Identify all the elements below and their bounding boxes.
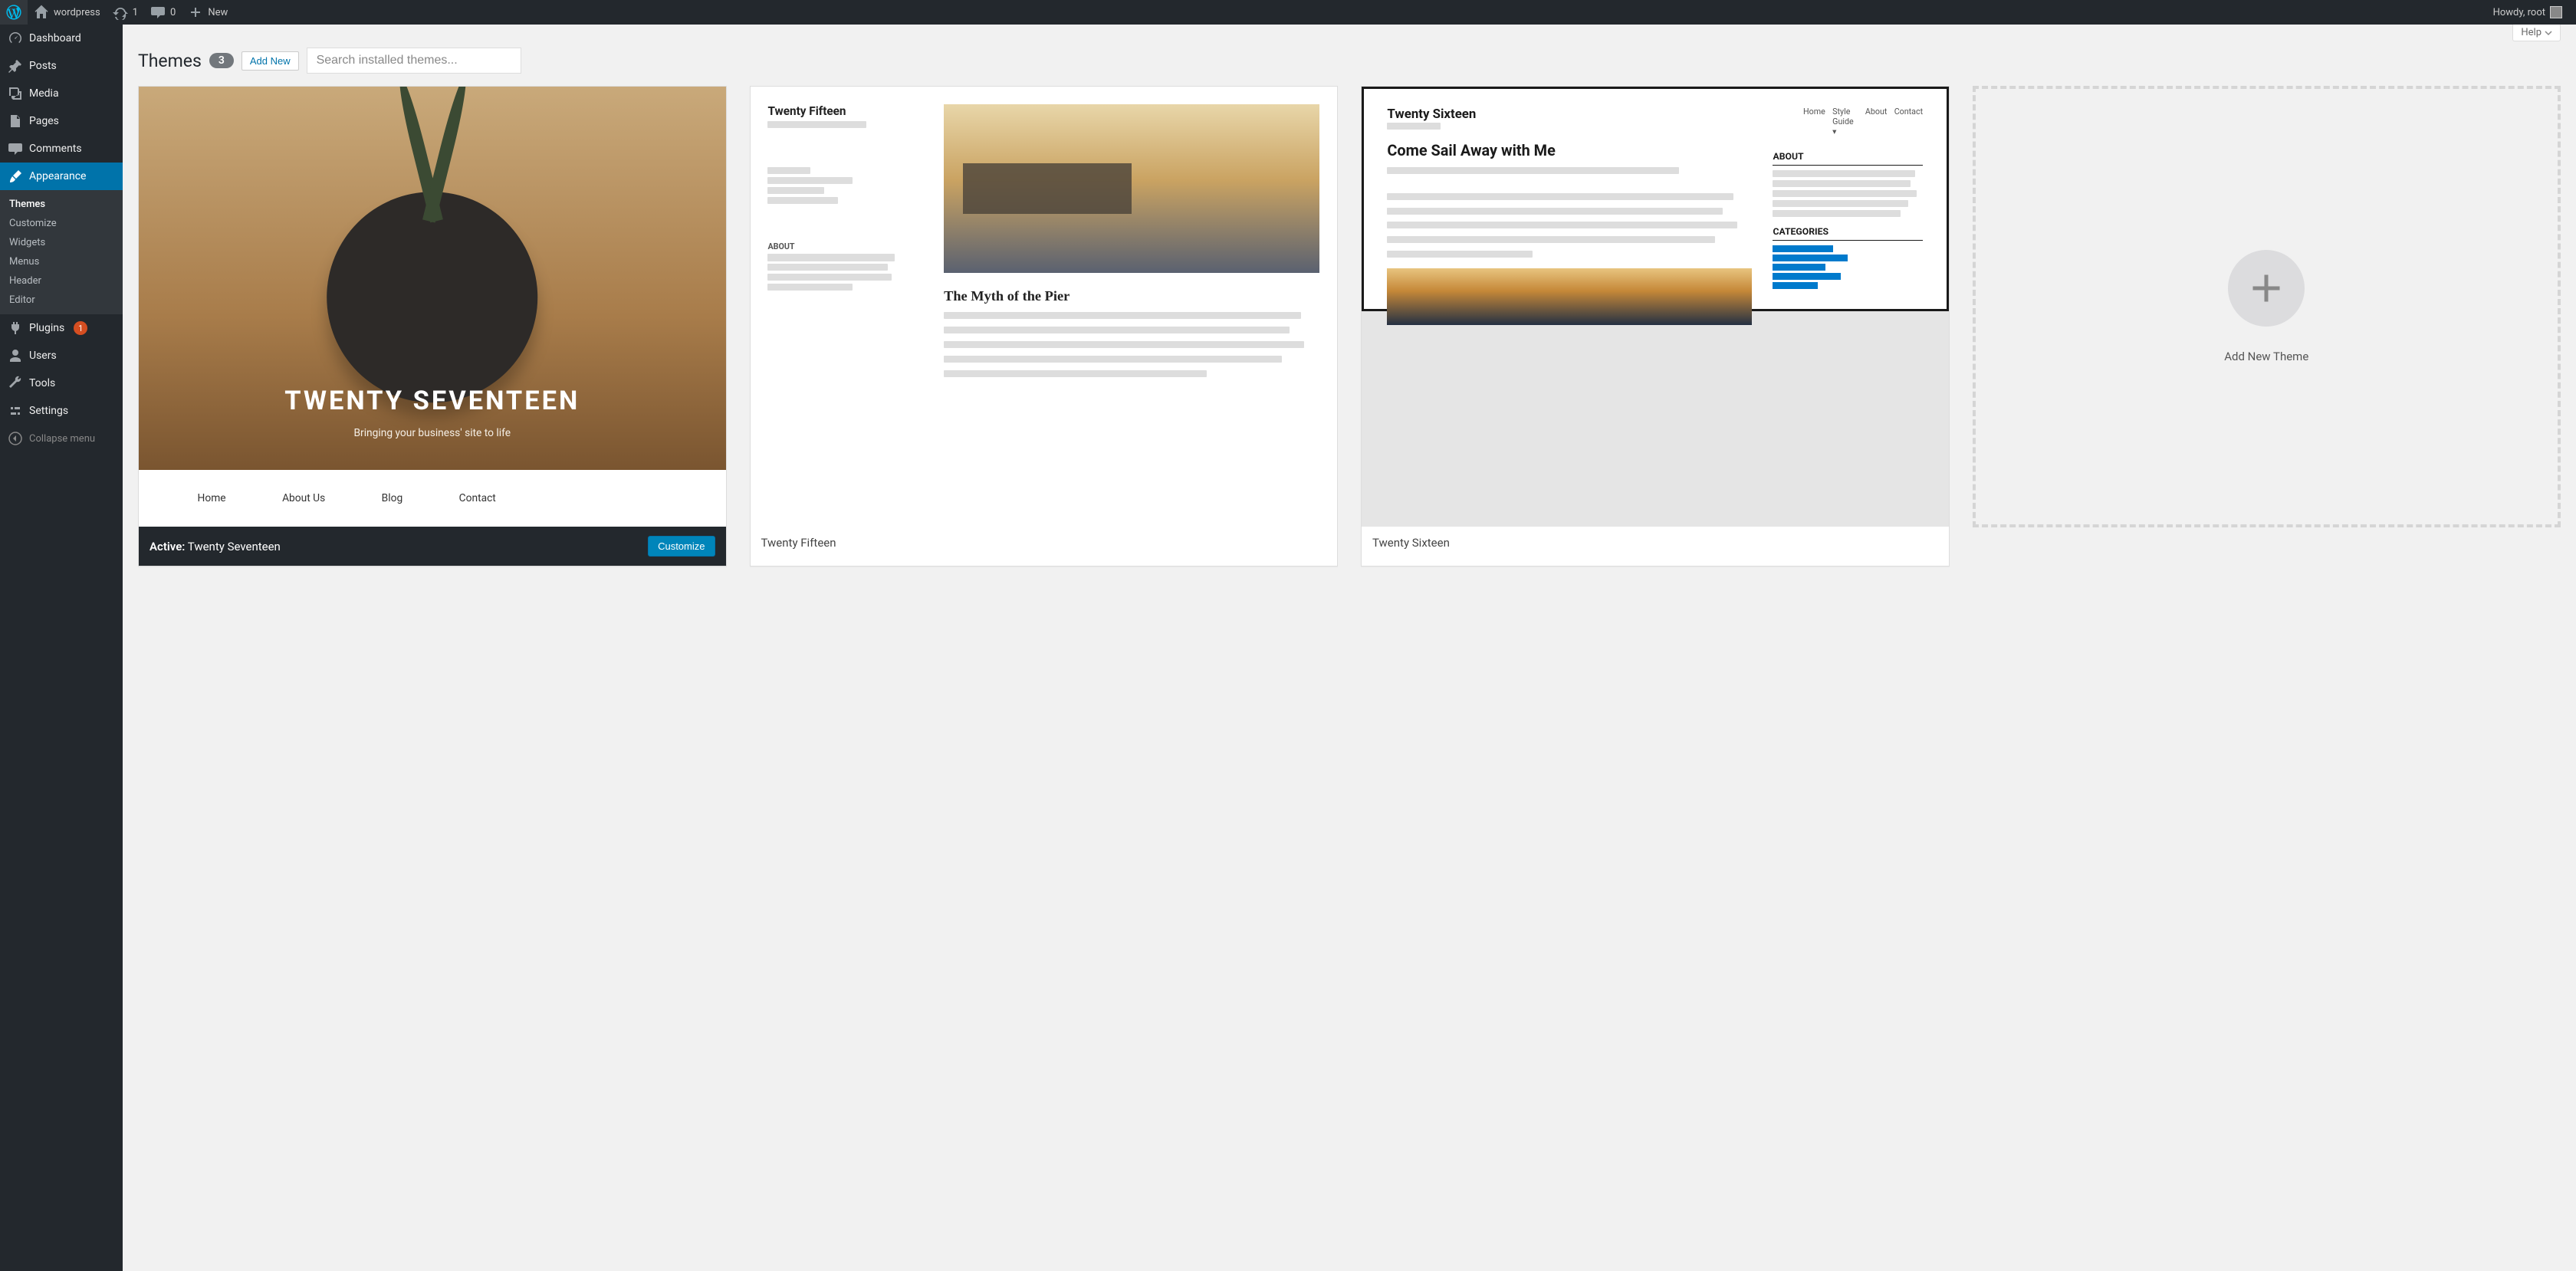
new-label: New bbox=[208, 7, 228, 18]
menu-appearance[interactable]: Appearance bbox=[0, 163, 123, 190]
menu-label: Pages bbox=[29, 115, 59, 127]
site-name-label: wordpress bbox=[54, 7, 100, 18]
search-themes-input[interactable] bbox=[307, 48, 521, 74]
theme-bar: Active: Twenty Seventeen Customize bbox=[139, 527, 726, 566]
menu-label: Dashboard bbox=[29, 32, 81, 44]
submenu-widgets[interactable]: Widgets bbox=[0, 233, 123, 252]
account-menu[interactable]: Howdy, root bbox=[2487, 0, 2568, 25]
menu-posts[interactable]: Posts bbox=[0, 52, 123, 80]
admin-bar-left: wordpress 1 0 New bbox=[0, 0, 234, 25]
theme-grid: TWENTY SEVENTEEN Bringing your business'… bbox=[138, 86, 2561, 567]
new-content-menu[interactable]: New bbox=[182, 0, 234, 25]
menu-label: Tools bbox=[29, 377, 55, 389]
chevron-down-icon bbox=[2545, 29, 2552, 37]
howdy-label: Howdy, root bbox=[2493, 7, 2545, 18]
menu-label: Settings bbox=[29, 405, 68, 417]
wordpress-icon bbox=[6, 5, 21, 20]
add-new-theme-card[interactable]: Add New Theme bbox=[1973, 86, 2561, 527]
menu-label: Appearance bbox=[29, 170, 86, 182]
screen-meta: Help bbox=[123, 25, 2576, 41]
submenu-menus[interactable]: Menus bbox=[0, 252, 123, 271]
menu-label: Plugins bbox=[29, 322, 64, 334]
add-new-theme-label: Add New Theme bbox=[2224, 350, 2308, 363]
content-area: Help Themes 3 Add New TWENTY SEVENTEEN B… bbox=[123, 25, 2576, 1271]
home-icon bbox=[34, 5, 49, 20]
theme-screenshot: Twenty Sixteen HomeStyle Guide ▾AboutCon… bbox=[1362, 87, 1949, 527]
comments-count: 0 bbox=[170, 7, 176, 18]
media-icon bbox=[8, 86, 23, 101]
brush-icon bbox=[8, 169, 23, 184]
menu-comments[interactable]: Comments bbox=[0, 135, 123, 163]
theme-bar: Twenty Fifteen bbox=[751, 527, 1338, 559]
plugin-icon bbox=[8, 320, 23, 336]
plus-circle bbox=[2228, 250, 2305, 327]
collapse-icon bbox=[8, 431, 23, 446]
page-icon bbox=[8, 113, 23, 129]
add-new-button[interactable]: Add New bbox=[242, 51, 299, 71]
theme-name: Twenty Fifteen bbox=[761, 536, 836, 550]
menu-settings[interactable]: Settings bbox=[0, 397, 123, 425]
submenu-customize[interactable]: Customize bbox=[0, 214, 123, 233]
user-icon bbox=[8, 348, 23, 363]
heading-row: Themes 3 Add New bbox=[138, 48, 2561, 74]
menu-pages[interactable]: Pages bbox=[0, 107, 123, 135]
update-icon bbox=[113, 5, 128, 20]
comment-icon bbox=[150, 5, 166, 20]
menu-label: Comments bbox=[29, 143, 82, 155]
settings-icon bbox=[8, 403, 23, 419]
submenu-themes[interactable]: Themes bbox=[0, 195, 123, 214]
comments-icon bbox=[8, 141, 23, 156]
customize-button[interactable]: Customize bbox=[648, 536, 715, 557]
menu-plugins[interactable]: Plugins 1 bbox=[0, 314, 123, 342]
submenu-editor[interactable]: Editor bbox=[0, 291, 123, 310]
dashboard-icon bbox=[8, 31, 23, 46]
pin-icon bbox=[8, 58, 23, 74]
admin-bar: wordpress 1 0 New Howdy, root bbox=[0, 0, 2576, 25]
page-title: Themes bbox=[138, 51, 202, 71]
menu-dashboard[interactable]: Dashboard bbox=[0, 25, 123, 52]
plus-icon bbox=[188, 5, 203, 20]
theme-screenshot: Twenty Fifteen ABOUT The Myth bbox=[751, 87, 1338, 527]
theme-bar: Twenty Sixteen bbox=[1362, 527, 1949, 559]
menu-media[interactable]: Media bbox=[0, 80, 123, 107]
collapse-menu[interactable]: Collapse menu bbox=[0, 425, 123, 452]
wp-logo-menu[interactable] bbox=[0, 0, 28, 25]
submenu-appearance: Themes Customize Widgets Menus Header Ed… bbox=[0, 190, 123, 314]
updates-count: 1 bbox=[133, 7, 138, 18]
theme-card-twenty-seventeen[interactable]: TWENTY SEVENTEEN Bringing your business'… bbox=[138, 86, 727, 567]
theme-name: Active: Twenty Seventeen bbox=[150, 540, 281, 553]
comments-menu[interactable]: 0 bbox=[144, 0, 182, 25]
theme-name: Twenty Sixteen bbox=[1372, 536, 1450, 550]
plus-icon bbox=[2247, 269, 2285, 307]
theme-screenshot: TWENTY SEVENTEEN Bringing your business'… bbox=[139, 87, 726, 527]
admin-sidebar: Dashboard Posts Media Pages Comments App… bbox=[0, 25, 123, 1271]
theme-count-badge: 3 bbox=[209, 53, 234, 68]
menu-label: Posts bbox=[29, 60, 57, 72]
updates-menu[interactable]: 1 bbox=[107, 0, 144, 25]
theme-card-twenty-fifteen[interactable]: Twenty Fifteen ABOUT The Myth bbox=[750, 86, 1339, 567]
theme-card-twenty-sixteen[interactable]: Twenty Sixteen HomeStyle Guide ▾AboutCon… bbox=[1361, 86, 1950, 567]
site-name-menu[interactable]: wordpress bbox=[28, 0, 107, 25]
plugins-update-badge: 1 bbox=[74, 321, 87, 335]
menu-tools[interactable]: Tools bbox=[0, 369, 123, 397]
avatar bbox=[2550, 6, 2562, 18]
submenu-header[interactable]: Header bbox=[0, 271, 123, 291]
tools-icon bbox=[8, 376, 23, 391]
help-tab[interactable]: Help bbox=[2512, 25, 2561, 41]
admin-bar-right: Howdy, root bbox=[2487, 0, 2576, 25]
menu-label: Users bbox=[29, 350, 57, 362]
collapse-label: Collapse menu bbox=[29, 433, 95, 445]
menu-label: Media bbox=[29, 87, 59, 100]
help-label: Help bbox=[2521, 27, 2542, 38]
menu-users[interactable]: Users bbox=[0, 342, 123, 369]
